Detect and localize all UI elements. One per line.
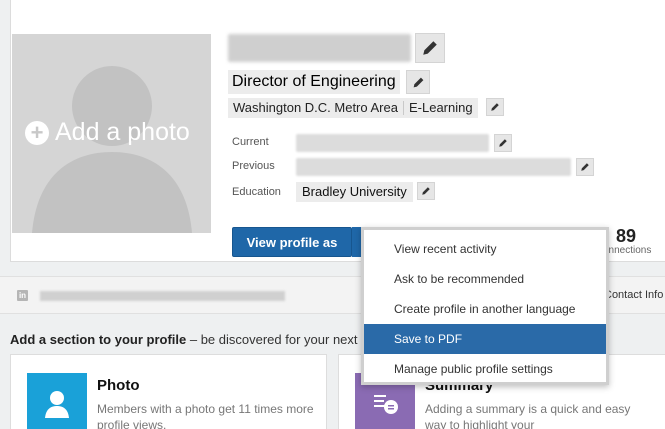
linkedin-icon: in	[17, 290, 28, 301]
previous-position-redacted	[296, 158, 571, 176]
add-section-title: Add a section to your profile	[10, 332, 187, 347]
public-url-redacted[interactable]	[40, 291, 285, 301]
view-profile-as-button[interactable]: View profile as	[232, 227, 352, 257]
profile-photo-placeholder[interactable]: + Add a photo	[12, 34, 211, 233]
pencil-icon	[581, 163, 589, 171]
current-label: Current	[232, 136, 269, 148]
edit-education-button[interactable]	[417, 182, 435, 200]
menu-item-view-recent-activity[interactable]: View recent activity	[364, 234, 606, 264]
edit-name-button[interactable]	[415, 33, 445, 63]
location-text: Washington D.C. Metro Area	[233, 100, 398, 115]
edit-location-button[interactable]	[486, 98, 504, 116]
edit-previous-button[interactable]	[576, 158, 594, 176]
profile-headline[interactable]: Director of Engineering	[228, 70, 400, 94]
menu-item-ask-to-be-recommended[interactable]: Ask to be recommended	[364, 264, 606, 294]
current-position-redacted	[296, 134, 489, 152]
connections-count: 89	[616, 226, 637, 246]
add-section-heading: Add a section to your profile – be disco…	[10, 332, 358, 347]
pencil-icon	[422, 187, 430, 195]
pencil-icon	[491, 103, 499, 111]
add-photo-label: Add a photo	[55, 118, 190, 146]
pencil-icon	[423, 41, 437, 55]
menu-item-manage-public-profile[interactable]: Manage public profile settings	[364, 354, 606, 384]
education-value[interactable]: Bradley University	[296, 182, 413, 202]
tile-description: Members with a photo get 11 times more p…	[97, 402, 314, 429]
industry-text: E-Learning	[408, 100, 473, 115]
contact-info-link[interactable]: Contact Info	[604, 289, 663, 301]
view-profile-dropdown-menu: View recent activity Ask to be recommend…	[361, 227, 609, 385]
tile-title: Photo	[97, 377, 140, 394]
plus-icon: +	[25, 120, 49, 145]
previous-label: Previous	[232, 160, 275, 172]
profile-name-redacted	[228, 34, 411, 62]
education-label: Education	[232, 186, 281, 198]
location-industry-line[interactable]: Washington D.C. Metro Area E-Learning	[228, 98, 478, 118]
person-icon	[27, 373, 87, 429]
pencil-icon	[413, 77, 423, 87]
edit-current-button[interactable]	[494, 134, 512, 152]
pencil-icon	[499, 139, 507, 147]
add-photo-link[interactable]: + Add a photo	[25, 118, 190, 147]
photo-section-tile[interactable]: Photo Members with a photo get 11 times …	[10, 354, 327, 429]
edit-headline-button[interactable]	[406, 70, 430, 94]
tile-description: Adding a summary is a quick and easy way…	[425, 402, 631, 429]
menu-item-create-profile-language[interactable]: Create profile in another language	[364, 294, 606, 324]
menu-item-save-to-pdf[interactable]: Save to PDF	[364, 324, 606, 354]
add-section-subtitle: – be discovered for your next	[186, 332, 358, 347]
